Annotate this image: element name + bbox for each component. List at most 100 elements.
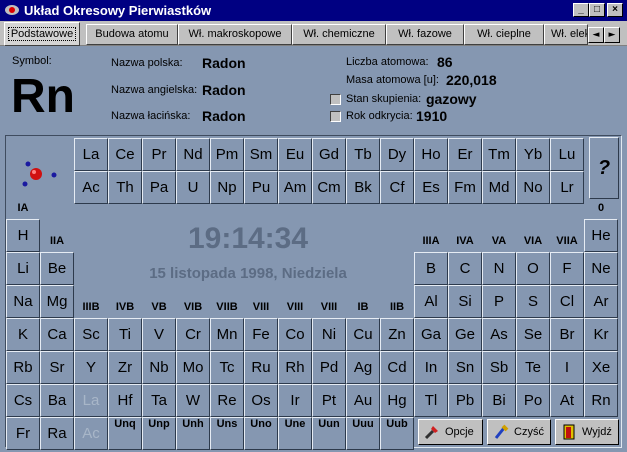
element-cell-mn[interactable]: Mn	[210, 318, 244, 351]
tab-budowa-atomu[interactable]: Budowa atomu	[86, 24, 178, 45]
element-cell-sr[interactable]: Sr	[40, 351, 74, 384]
lanthanide-cell-sm[interactable]: Sm	[244, 138, 278, 171]
tab-wl-makroskopowe[interactable]: Wł. makroskopowe	[178, 24, 292, 45]
lanthanide-cell-pr[interactable]: Pr	[142, 138, 176, 171]
element-cell-te[interactable]: Te	[516, 351, 550, 384]
actinide-cell-ac[interactable]: Ac	[74, 171, 108, 204]
element-cell-co[interactable]: Co	[278, 318, 312, 351]
lanthanide-cell-la[interactable]: La	[74, 138, 108, 171]
maximize-button[interactable]: □	[589, 3, 605, 17]
element-cell-se[interactable]: Se	[516, 318, 550, 351]
element-cell-hg[interactable]: Hg	[380, 384, 414, 417]
lanthanide-cell-tb[interactable]: Tb	[346, 138, 380, 171]
lanthanide-cell-eu[interactable]: Eu	[278, 138, 312, 171]
tab-scroll-right-icon[interactable]: ►	[604, 27, 620, 43]
lanthanide-cell-lu[interactable]: Lu	[550, 138, 584, 171]
element-cell-pb[interactable]: Pb	[448, 384, 482, 417]
element-cell-uno[interactable]: Uno	[244, 417, 278, 450]
element-cell-h[interactable]: H	[6, 219, 40, 252]
element-cell-xe[interactable]: Xe	[584, 351, 618, 384]
lanthanide-cell-nd[interactable]: Nd	[176, 138, 210, 171]
element-cell-at[interactable]: At	[550, 384, 584, 417]
actinide-cell-am[interactable]: Am	[278, 171, 312, 204]
lanthanide-cell-pm[interactable]: Pm	[210, 138, 244, 171]
element-cell-sb[interactable]: Sb	[482, 351, 516, 384]
element-cell-ge[interactable]: Ge	[448, 318, 482, 351]
element-cell-w[interactable]: W	[176, 384, 210, 417]
actinide-cell-md[interactable]: Md	[482, 171, 516, 204]
element-cell-b[interactable]: B	[414, 252, 448, 285]
lanthanide-cell-yb[interactable]: Yb	[516, 138, 550, 171]
element-cell-ar[interactable]: Ar	[584, 285, 618, 318]
element-cell-unp[interactable]: Unp	[142, 417, 176, 450]
element-cell-cr[interactable]: Cr	[176, 318, 210, 351]
actinide-cell-cm[interactable]: Cm	[312, 171, 346, 204]
close-button[interactable]: ×	[607, 3, 623, 17]
element-cell-mg[interactable]: Mg	[40, 285, 74, 318]
element-cell-k[interactable]: K	[6, 318, 40, 351]
element-cell-as[interactable]: As	[482, 318, 516, 351]
element-cell-br[interactable]: Br	[550, 318, 584, 351]
element-cell-al[interactable]: Al	[414, 285, 448, 318]
lanthanide-cell-dy[interactable]: Dy	[380, 138, 414, 171]
element-cell-he[interactable]: He	[584, 219, 618, 252]
element-cell-li[interactable]: Li	[6, 252, 40, 285]
actinide-cell-es[interactable]: Es	[414, 171, 448, 204]
element-cell-cu[interactable]: Cu	[346, 318, 380, 351]
element-cell-ag[interactable]: Ag	[346, 351, 380, 384]
tab-wl-chemiczne[interactable]: Wł. chemiczne	[292, 24, 386, 45]
minimize-button[interactable]: _	[573, 3, 589, 17]
element-cell-fr[interactable]: Fr	[6, 417, 40, 450]
lanthanide-cell-ho[interactable]: Ho	[414, 138, 448, 171]
lanthanide-cell-tm[interactable]: Tm	[482, 138, 516, 171]
element-cell-tl[interactable]: Tl	[414, 384, 448, 417]
element-cell-uns[interactable]: Uns	[210, 417, 244, 450]
element-cell-rb[interactable]: Rb	[6, 351, 40, 384]
element-cell-ba[interactable]: Ba	[40, 384, 74, 417]
element-cell-ru[interactable]: Ru	[244, 351, 278, 384]
element-cell-rh[interactable]: Rh	[278, 351, 312, 384]
element-cell-os[interactable]: Os	[244, 384, 278, 417]
element-cell-unq[interactable]: Unq	[108, 417, 142, 450]
element-cell-be[interactable]: Be	[40, 252, 74, 285]
actinide-cell-np[interactable]: Np	[210, 171, 244, 204]
element-cell-sc[interactable]: Sc	[74, 318, 108, 351]
lanthanide-cell-ce[interactable]: Ce	[108, 138, 142, 171]
year-checkbox[interactable]	[330, 111, 341, 122]
actinide-cell-no[interactable]: No	[516, 171, 550, 204]
help-button[interactable]: ?	[589, 137, 619, 199]
actinide-cell-pu[interactable]: Pu	[244, 171, 278, 204]
actinide-cell-u[interactable]: U	[176, 171, 210, 204]
lanthanide-cell-gd[interactable]: Gd	[312, 138, 346, 171]
element-cell-sn[interactable]: Sn	[448, 351, 482, 384]
element-cell-rn[interactable]: Rn	[584, 384, 618, 417]
element-cell-y[interactable]: Y	[74, 351, 108, 384]
element-cell-na[interactable]: Na	[6, 285, 40, 318]
element-cell-mo[interactable]: Mo	[176, 351, 210, 384]
element-cell-pd[interactable]: Pd	[312, 351, 346, 384]
clear-button[interactable]: Czyść	[487, 419, 551, 445]
element-cell-f[interactable]: F	[550, 252, 584, 285]
element-cell-cd[interactable]: Cd	[380, 351, 414, 384]
element-cell-zn[interactable]: Zn	[380, 318, 414, 351]
element-cell-o[interactable]: O	[516, 252, 550, 285]
actinide-cell-cf[interactable]: Cf	[380, 171, 414, 204]
element-cell-zr[interactable]: Zr	[108, 351, 142, 384]
actinide-cell-lr[interactable]: Lr	[550, 171, 584, 204]
element-cell-au[interactable]: Au	[346, 384, 380, 417]
options-button[interactable]: Opcje	[418, 419, 483, 445]
tab-podstawowe[interactable]: Podstawowe	[4, 22, 80, 46]
element-cell-une[interactable]: Une	[278, 417, 312, 450]
element-cell-ga[interactable]: Ga	[414, 318, 448, 351]
tab-wl-fazowe[interactable]: Wł. fazowe	[386, 24, 464, 45]
element-cell-v[interactable]: V	[142, 318, 176, 351]
element-cell-ir[interactable]: Ir	[278, 384, 312, 417]
state-checkbox[interactable]	[330, 94, 341, 105]
element-cell-ca[interactable]: Ca	[40, 318, 74, 351]
element-cell-re[interactable]: Re	[210, 384, 244, 417]
element-cell-bi[interactable]: Bi	[482, 384, 516, 417]
element-cell-hf[interactable]: Hf	[108, 384, 142, 417]
lanthanide-cell-er[interactable]: Er	[448, 138, 482, 171]
element-cell-p[interactable]: P	[482, 285, 516, 318]
element-cell-i[interactable]: I	[550, 351, 584, 384]
